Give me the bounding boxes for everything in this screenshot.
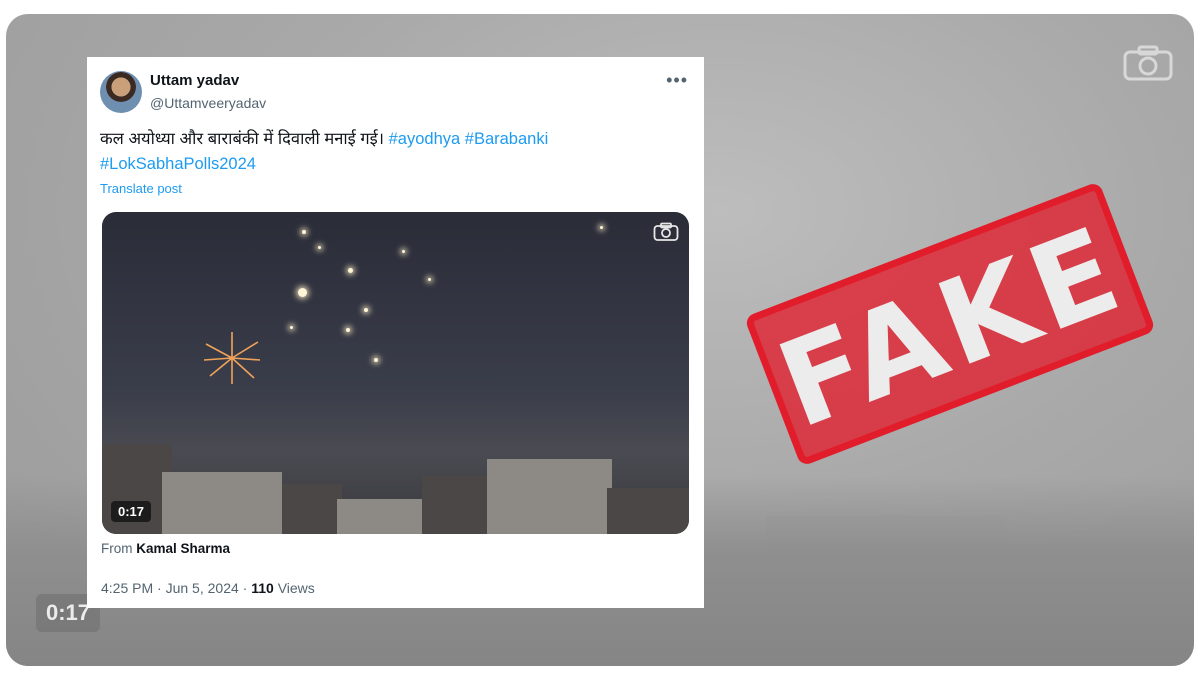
- hashtag-link[interactable]: #LokSabhaPolls2024: [100, 155, 256, 173]
- avatar[interactable]: [100, 71, 142, 113]
- tweet-body: कल अयोध्या और बाराबंकी में दिवाली मनाई ग…: [100, 130, 389, 148]
- tweet-text: कल अयोध्या और बाराबंकी में दिवाली मनाई ग…: [100, 127, 660, 177]
- building: [422, 476, 492, 534]
- tweet-video[interactable]: 0:17: [102, 212, 689, 534]
- hashtag-link[interactable]: #ayodhya: [389, 130, 461, 148]
- user-handle[interactable]: @Uttamveeryadav: [150, 95, 266, 111]
- camera-icon[interactable]: [653, 222, 679, 242]
- video-attribution: From Kamal Sharma: [101, 541, 230, 556]
- hashtag-link[interactable]: #Barabanki: [465, 130, 548, 148]
- translate-post-link[interactable]: Translate post: [100, 181, 182, 196]
- views-count: 110: [251, 580, 274, 596]
- building: [607, 488, 689, 534]
- display-name[interactable]: Uttam yadav: [150, 72, 239, 89]
- tweet-card: Uttam yadav @Uttamveeryadav ••• कल अयोध्…: [87, 57, 704, 608]
- firework-spark: [346, 328, 350, 332]
- firework-spark: [298, 288, 307, 297]
- firework-spark: [302, 230, 306, 234]
- tweet-date[interactable]: Jun 5, 2024: [166, 580, 239, 596]
- firework-spark: [290, 326, 293, 329]
- firework-spark: [428, 278, 431, 281]
- firework-spark: [600, 226, 603, 229]
- video-duration: 0:17: [111, 501, 152, 522]
- tweet-time[interactable]: 4:25 PM: [101, 580, 153, 596]
- firework-spark: [364, 308, 368, 312]
- firework-spark: [374, 358, 378, 362]
- camera-icon: [1123, 45, 1173, 81]
- more-icon[interactable]: •••: [666, 70, 688, 91]
- from-prefix: From: [101, 541, 137, 556]
- from-name-link[interactable]: Kamal Sharma: [136, 541, 230, 556]
- building: [337, 499, 427, 534]
- tweet-meta: 4:25 PM · Jun 5, 2024 · 110 Views: [101, 580, 315, 596]
- firework-spark: [402, 250, 405, 253]
- firework-spark: [318, 246, 321, 249]
- views-label: Views: [273, 580, 315, 596]
- building: [282, 484, 342, 534]
- building: [487, 459, 612, 534]
- firework-spark: [348, 268, 353, 273]
- firework-burst: [203, 332, 261, 384]
- building: [162, 472, 282, 534]
